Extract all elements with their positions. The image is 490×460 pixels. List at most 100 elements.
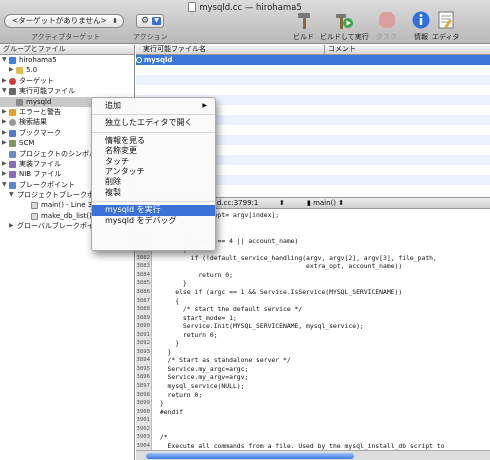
info-button[interactable]: 情報: [411, 10, 431, 42]
disclosure-closed-icon: ▶: [2, 118, 7, 126]
active-target-popup[interactable]: <ターゲットがありません> ⬍: [4, 14, 124, 28]
disclosure-open-icon: ▼: [2, 180, 7, 188]
info-label: 情報: [414, 33, 428, 41]
tree-item-project[interactable]: ▼ hirohama5: [0, 55, 134, 65]
symbols-icon: [9, 150, 16, 158]
function-popup[interactable]: ▮ main() ⬍: [304, 198, 347, 208]
tree-item-label: make_db_list(): [41, 211, 92, 220]
tree-item-group-5-0[interactable]: ▶ 5.0: [0, 65, 134, 75]
tree-item-label: グローバルブレークポイ: [17, 222, 94, 231]
menu-item-label: 複製: [105, 187, 121, 197]
file-icon: [31, 212, 38, 220]
editor-button[interactable]: エディタ: [432, 10, 460, 42]
menu-item-touch[interactable]: タッチ: [92, 157, 215, 167]
horizontal-scrollbar[interactable]: [136, 450, 490, 460]
list-row-empty: [136, 85, 490, 95]
column-header-comment[interactable]: コメント: [328, 45, 356, 54]
tree-item-label: NIB ファイル: [19, 170, 62, 179]
menu-item-label: mysqld をデバッグ: [105, 215, 177, 225]
disclosure-closed-icon: ▶: [2, 139, 7, 147]
executable-icon: [16, 98, 23, 106]
project-icon: [9, 57, 16, 64]
function-name: main(): [313, 199, 337, 207]
hammer-icon: [297, 13, 310, 29]
disclosure-open-icon: ▼: [9, 191, 14, 199]
tree-item-label: ブックマーク: [19, 128, 61, 137]
folder-icon: [16, 67, 23, 75]
list-row-mysqld[interactable]: mysqld: [136, 55, 490, 65]
menu-item-label: 削除: [105, 177, 121, 187]
tree-item-executables[interactable]: ▼ 実行可能ファイル: [0, 86, 134, 96]
executable-group-icon: [9, 88, 16, 96]
action-button[interactable]: ⚙ ▼: [136, 14, 164, 28]
document-icon: [188, 2, 197, 12]
list-cell-name: mysqld: [144, 56, 173, 64]
tree-item-label: プロジェクトブレークポ: [17, 191, 94, 200]
submenu-arrow-icon: ▶: [202, 102, 207, 109]
tree-item-label: main() - Line 37: [41, 201, 97, 210]
menu-separator: [92, 114, 215, 116]
file-icon: [31, 202, 38, 210]
target-icon: [9, 77, 16, 85]
smart-group-icon: [9, 160, 16, 168]
breakpoint-icon: [9, 181, 16, 189]
menu-item-label: 名称変更: [105, 146, 137, 156]
disclosure-closed-icon: ▶: [2, 170, 7, 178]
tree-item-label: ターゲット: [19, 76, 54, 85]
build-label: ビルド: [293, 33, 314, 41]
menu-separator: [92, 131, 215, 133]
menu-item-debug[interactable]: mysqld をデバッグ: [92, 216, 215, 226]
file-position-popup[interactable]: d.cc:3799:1: [214, 198, 261, 208]
menu-item-label: アンタッチ: [105, 166, 145, 176]
disclosure-closed-icon: ▶: [2, 76, 7, 84]
tree-item-label: エラーと警告: [19, 107, 61, 116]
list-header: 実行可能ファイル名 コメント: [136, 45, 490, 55]
popup-arrows-icon: ⬍: [112, 17, 118, 25]
column-divider: [324, 45, 325, 55]
disclosure-closed-icon: ▶: [9, 66, 14, 74]
menu-item-untouch[interactable]: アンタッチ: [92, 167, 215, 177]
tree-item-label: 実装ファイル: [19, 159, 61, 168]
scrollbar-thumb[interactable]: [146, 453, 354, 459]
task-label: タスク: [376, 33, 397, 41]
tree-item-label: プロジェクトのシンボル: [19, 149, 96, 158]
tree-item-label: 実行可能ファイル: [19, 87, 75, 96]
menu-item-add[interactable]: 追加 ▶: [92, 101, 215, 111]
action-caption: アクション: [133, 33, 168, 41]
code-text: #endif: [156, 407, 183, 416]
tree-item-label: hirohama5: [19, 56, 57, 64]
column-header-name[interactable]: 実行可能ファイル名: [143, 45, 206, 54]
active-executable-radio[interactable]: [136, 57, 142, 63]
disclosure-closed-icon: ▶: [9, 222, 14, 230]
tree-item-label: 検索結果: [19, 118, 47, 127]
menu-item-rename[interactable]: 名称変更: [92, 146, 215, 156]
tree-item-label: SCM: [19, 139, 35, 148]
menu-item-label: 情報を見る: [105, 135, 145, 145]
menu-item-delete[interactable]: 削除: [92, 177, 215, 187]
menu-item-label: タッチ: [105, 156, 129, 166]
disclosure-closed-icon: ▶: [2, 107, 7, 115]
build-and-run-icon: [336, 14, 354, 29]
bookmark-icon: [9, 129, 16, 137]
menu-item-open-in-separate-editor[interactable]: 独立したエディタで開く: [92, 118, 215, 128]
build-button[interactable]: ビルド: [293, 10, 314, 42]
menu-item-label: mysqld を実行: [105, 205, 161, 215]
tree-item-targets[interactable]: ▶ ターゲット: [0, 76, 134, 86]
disclosure-open-icon: ▼: [2, 56, 7, 63]
menu-item-duplicate[interactable]: 複製: [92, 188, 215, 198]
list-row-empty: [136, 75, 490, 85]
context-menu: 追加 ▶ 独立したエディタで開く 情報を見る 名称変更 タッチ アンタッチ 削除…: [91, 97, 216, 251]
task-button[interactable]: タスク: [376, 10, 397, 42]
tree-item-label: ブレークポイント: [19, 180, 75, 189]
smart-group-icon: [9, 171, 16, 179]
active-target-caption: アクティブターゲット: [31, 33, 101, 41]
chevron-down-icon[interactable]: ⬍: [276, 198, 288, 208]
stop-sign-icon: [378, 12, 395, 28]
menu-separator: [92, 201, 215, 203]
menu-item-run[interactable]: mysqld を実行: [92, 205, 215, 216]
window-title-text: mysqld.cc — hirohama5: [199, 3, 302, 13]
menu-item-label: 独立したエディタで開く: [105, 118, 193, 128]
chevron-down-icon: ▼: [152, 17, 161, 25]
menu-item-get-info[interactable]: 情報を見る: [92, 136, 215, 146]
build-and-run-button[interactable]: ビルドして実行: [320, 10, 369, 42]
